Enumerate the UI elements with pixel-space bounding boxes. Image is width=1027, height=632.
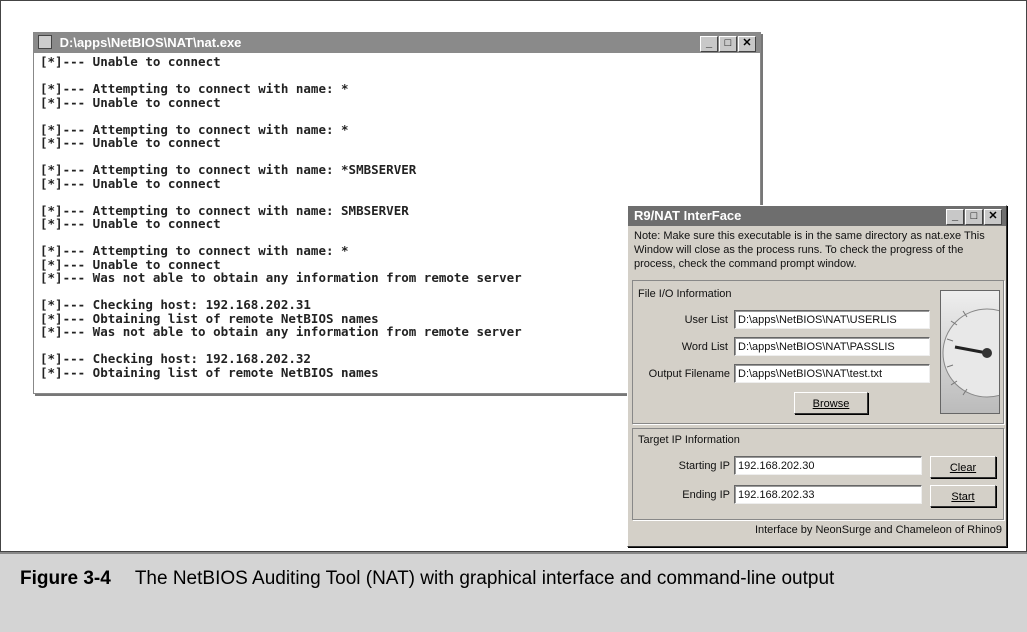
dialog-note: Note: Make sure this executable is in th…	[634, 230, 985, 270]
browse-label: Browse	[812, 398, 850, 410]
console-title-text: D:\apps\NetBIOS\NAT\nat.exe	[59, 35, 242, 50]
close-icon[interactable]: ✕	[984, 209, 1002, 225]
minimize-icon[interactable]: _	[700, 36, 718, 52]
minimize-icon[interactable]: _	[946, 209, 964, 225]
file-io-group-label: File I/O Information	[638, 288, 732, 300]
ending-ip-field[interactable]: 192.168.202.33	[734, 485, 922, 504]
word-list-label: Word List	[681, 341, 728, 353]
console-line: [*]--- Unable to connect	[40, 175, 221, 191]
starting-ip-label: Starting IP	[678, 460, 730, 472]
starting-ip-field[interactable]: 192.168.202.30	[734, 456, 922, 475]
word-list-field[interactable]: D:\apps\NetBIOS\NAT\PASSLIS	[734, 337, 930, 356]
console-titlebar[interactable]: D:\apps\NetBIOS\NAT\nat.exe _ □ ✕	[34, 33, 760, 53]
ending-ip-label: Ending IP	[682, 489, 730, 501]
dialog-window-buttons: _ □ ✕	[946, 209, 1002, 225]
dialog-title-text: R9/NAT InterFace	[634, 208, 742, 223]
user-list-field[interactable]: D:\apps\NetBIOS\NAT\USERLIS	[734, 310, 930, 329]
maximize-icon[interactable]: □	[719, 36, 737, 52]
output-filename-label: Output Filename	[648, 368, 730, 380]
console-line: [*]--- Unable to connect	[40, 135, 221, 150]
console-window-buttons: _ □ ✕	[700, 36, 756, 52]
target-ip-group-label: Target IP Information	[638, 434, 740, 446]
clear-label: Clear	[949, 462, 977, 474]
clear-button[interactable]: Clear	[930, 456, 996, 478]
dialog-status-text: Interface by NeonSurge and Chameleon of …	[754, 524, 1002, 536]
dialog-titlebar[interactable]: R9/NAT InterFace _ □ ✕	[628, 206, 1006, 226]
figure-frame: D:\apps\NetBIOS\NAT\nat.exe _ □ ✕ [*]---…	[0, 0, 1027, 552]
console-line: [*]--- Attempting to connect with name: …	[40, 121, 349, 137]
close-icon[interactable]: ✕	[738, 36, 756, 52]
figure-caption-bar: Figure 3-4 The NetBIOS Auditing Tool (NAT…	[0, 552, 1027, 632]
maximize-icon[interactable]: □	[965, 209, 983, 225]
start-button[interactable]: Start	[930, 485, 996, 507]
browse-button[interactable]: Browse	[794, 392, 868, 414]
output-filename-field[interactable]: D:\apps\NetBIOS\NAT\test.txt	[734, 364, 930, 383]
figure-caption: Figure 3-4 The NetBIOS Auditing Tool (NAT…	[20, 568, 834, 590]
console-line: [*]--- Attempting to connect with name: …	[40, 81, 349, 96]
console-app-icon	[38, 35, 52, 49]
user-list-label: User List	[684, 314, 728, 326]
gauge-image	[940, 290, 1000, 414]
console-line: [*]--- Unable to connect	[40, 94, 221, 110]
start-label: Start	[951, 491, 975, 503]
figure-caption-text: The NetBIOS Auditing Tool (NAT) with gra…	[134, 568, 835, 589]
console-line: [*]--- Attempting to connect with name: …	[40, 162, 417, 177]
figure-number: Figure 3-4	[20, 568, 111, 589]
nat-interface-dialog: R9/NAT InterFace _ □ ✕ Note: Make sure t…	[627, 205, 1007, 547]
console-line: [*]--- Unable to connect	[40, 54, 221, 69]
